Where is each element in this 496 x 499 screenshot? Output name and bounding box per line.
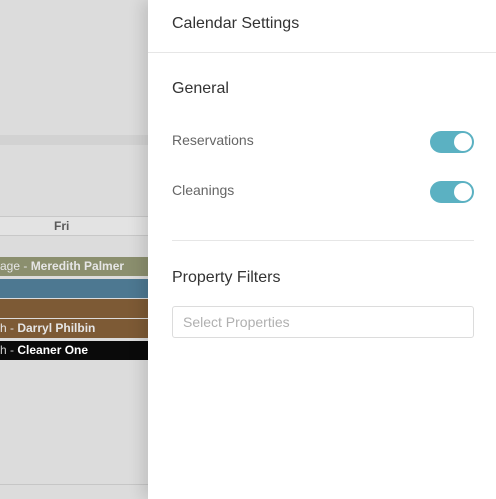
- calendar-day-header: Fri: [0, 216, 148, 236]
- general-section-title: General: [172, 80, 229, 97]
- reservations-toggle[interactable]: [430, 131, 474, 153]
- calendar-divider: [0, 135, 148, 145]
- event-prefix: h -: [0, 343, 18, 357]
- event-prefix: age -: [0, 259, 31, 273]
- calendar-settings-panel: Calendar Settings General Reservations C…: [148, 0, 496, 499]
- cleanings-toggle[interactable]: [430, 181, 474, 203]
- toggle-knob: [454, 133, 472, 151]
- event-name: Meredith Palmer: [30, 259, 125, 273]
- section-divider: [172, 240, 474, 241]
- day-header-label: Fri: [54, 219, 70, 233]
- event-name: Cleaner One: [17, 343, 89, 357]
- header-divider: [148, 52, 496, 53]
- calendar-event[interactable]: [0, 299, 148, 318]
- property-filters-title: Property Filters: [172, 269, 281, 286]
- panel-title: Calendar Settings: [172, 15, 300, 32]
- event-prefix: h -: [0, 321, 18, 335]
- calendar-event[interactable]: age - Meredith Palmer: [0, 257, 148, 276]
- event-name: Darryl Philbin: [17, 321, 96, 335]
- toggle-knob: [454, 183, 472, 201]
- reservations-label: Reservations: [172, 132, 254, 148]
- select-placeholder: Select Properties: [183, 314, 290, 330]
- calendar-background: Fri age - Meredith Palmer h - Darryl Phi…: [0, 0, 148, 499]
- calendar-bottom-divider: [0, 484, 148, 485]
- calendar-event[interactable]: h - Cleaner One: [0, 341, 148, 360]
- calendar-event[interactable]: [0, 279, 148, 298]
- calendar-event[interactable]: h - Darryl Philbin: [0, 319, 148, 338]
- cleanings-label: Cleanings: [172, 182, 235, 198]
- select-properties-input[interactable]: Select Properties: [172, 306, 474, 338]
